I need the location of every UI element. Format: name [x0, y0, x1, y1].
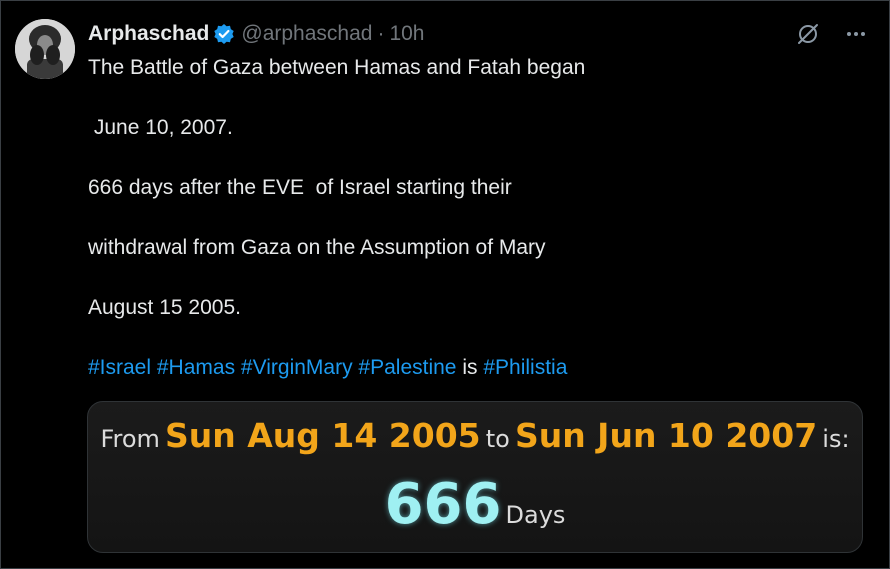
grok-icon[interactable]: [794, 20, 822, 48]
tweet-text-line: 666 days after the EVE of Israel startin…: [88, 176, 512, 199]
to-label: to: [485, 425, 510, 453]
day-count: 666: [384, 472, 502, 537]
tweet-header: Arphaschad @arphaschad · 10h: [88, 20, 425, 48]
date-range-line: From Sun Aug 14 2005 to Sun Jun 10 2007 …: [88, 416, 862, 455]
from-label: From: [100, 425, 160, 453]
avatar[interactable]: [15, 19, 75, 79]
hashtag-link[interactable]: #Hamas: [157, 356, 235, 379]
hashtag-link[interactable]: #Palestine: [358, 356, 456, 379]
verified-badge-icon: [213, 23, 235, 45]
hashtag-link[interactable]: #Philistia: [483, 356, 567, 379]
is-label: is:: [822, 425, 850, 453]
tweet-text-line: The Battle of Gaza between Hamas and Fat…: [88, 56, 586, 79]
tweet-text-line: August 15 2005.: [88, 296, 241, 319]
tweet-text-line: withdrawal from Gaza on the Assumption o…: [88, 236, 546, 259]
hashtag-link[interactable]: #Israel: [88, 356, 151, 379]
hashtag-line: #Israel #Hamas #VirginMary #Palestine is…: [88, 356, 567, 380]
hashtag-link[interactable]: #VirginMary: [241, 356, 353, 379]
tweet-actions: [794, 20, 870, 48]
to-date: Sun Jun 10 2007: [514, 416, 818, 455]
more-icon[interactable]: [842, 20, 870, 48]
timestamp[interactable]: 10h: [389, 22, 424, 46]
media-image-card[interactable]: From Sun Aug 14 2005 to Sun Jun 10 2007 …: [87, 401, 863, 553]
from-date: Sun Aug 14 2005: [165, 416, 481, 455]
hashtag-connector: is: [462, 356, 478, 379]
tweet-text-line: June 10, 2007.: [88, 116, 233, 139]
day-count-line: 666 Days: [88, 472, 862, 537]
author-name[interactable]: Arphaschad: [88, 22, 209, 46]
separator-dot: ·: [377, 22, 385, 45]
author-handle[interactable]: @arphaschad: [241, 22, 372, 46]
days-unit: Days: [505, 501, 566, 529]
